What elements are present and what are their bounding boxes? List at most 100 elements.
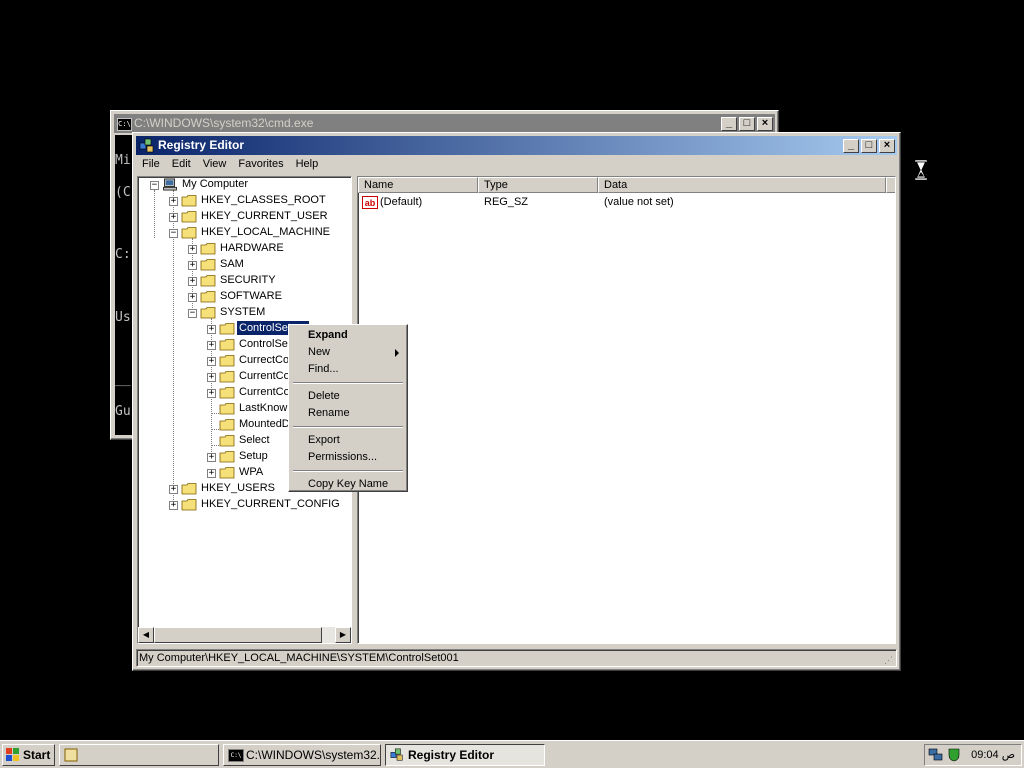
collapse-toggle[interactable]: − [169,229,178,238]
expand-toggle[interactable]: + [188,277,197,286]
minimize-button[interactable]: _ [721,117,737,131]
value-data: (value not set) [604,196,674,208]
close-button[interactable]: × [757,117,773,131]
menu-item-find[interactable]: Find... [291,361,405,378]
menu-separator [293,470,403,472]
collapse-toggle[interactable]: − [150,181,159,190]
computer-icon [163,178,177,191]
taskbar-button-regedit[interactable]: Registry Editor [385,744,545,766]
menu-favorites[interactable]: Favorites [232,156,289,170]
folder-icon [181,499,197,511]
tree-node-label: HKEY_CURRENT_USER [201,210,328,222]
network-icon[interactable] [928,748,944,762]
application-icon [64,748,78,762]
tree-node-hkcr[interactable]: + HKEY_CLASSES_ROOT [138,193,348,209]
scroll-thumb[interactable] [154,627,322,643]
folder-icon [200,259,216,271]
tree-node-label: ControlSet [239,338,291,350]
folder-icon [219,403,235,415]
close-button[interactable]: × [879,139,895,153]
system-tray: 09:04 ص [924,744,1022,766]
cmd-title-bar[interactable]: C:\ C:\WINDOWS\system32\cmd.exe _ □ × [114,114,775,133]
maximize-button[interactable]: □ [861,139,877,153]
collapse-toggle[interactable]: − [188,309,197,318]
expand-toggle[interactable]: + [169,213,178,222]
expand-toggle[interactable]: + [207,469,216,478]
tree-node-security[interactable]: + SECURITY [138,273,348,289]
folder-icon [219,419,235,431]
scroll-left-button[interactable]: ◀ [138,627,154,643]
menu-help[interactable]: Help [290,156,325,170]
tree-node-label: HKEY_CLASSES_ROOT [201,194,326,206]
tree-node-label: HKEY_CURRENT_CONFIG [201,498,340,510]
scroll-right-button[interactable]: ▶ [335,627,351,643]
menu-edit[interactable]: Edit [166,156,197,170]
tree-node-sam[interactable]: + SAM [138,257,348,273]
expand-toggle[interactable]: + [188,245,197,254]
menu-item-new[interactable]: New [291,344,405,361]
tree-node-label: SAM [220,258,244,270]
cmd-window-title: C:\WINDOWS\system32\cmd.exe [134,116,314,130]
tree-node-my-computer[interactable]: − My Computer [138,177,348,193]
tree-node-hklm[interactable]: − HKEY_LOCAL_MACHINE [138,225,348,241]
minimize-button[interactable]: _ [843,139,859,153]
security-shield-icon[interactable] [946,748,962,762]
column-header-type[interactable]: Type [478,177,598,193]
open-folder-icon [181,227,197,239]
menu-item-delete[interactable]: Delete [291,388,405,405]
menu-view[interactable]: View [197,156,233,170]
tree-horizontal-scrollbar[interactable]: ◀ ▶ [138,627,351,643]
expand-toggle[interactable]: + [169,485,178,494]
taskbar-button-label: Registry Editor [408,748,495,762]
registry-editor-window[interactable]: Registry Editor _ □ × File Edit View Favori… [132,132,901,671]
values-list-pane[interactable]: Name Type Data ab (Default) REG_SZ (valu… [357,176,896,644]
tree-node-hkcu[interactable]: + HKEY_CURRENT_USER [138,209,348,225]
menu-file[interactable]: File [136,156,166,170]
folder-icon [219,339,235,351]
folder-icon [219,323,235,335]
expand-toggle[interactable]: + [207,373,216,382]
value-name: (Default) [380,196,423,208]
windows-logo-icon [6,748,19,761]
folder-icon [219,371,235,383]
status-bar: My Computer\HKEY_LOCAL_MACHINE\SYSTEM\Co… [136,649,897,667]
regedit-title-bar[interactable]: Registry Editor _ □ × [136,136,897,155]
expand-toggle[interactable]: + [207,389,216,398]
tree-node-hardware[interactable]: + HARDWARE [138,241,348,257]
taskbar-button-cmd[interactable]: C:\ C:\WINDOWS\system32... [223,744,381,766]
expand-toggle[interactable]: + [207,341,216,350]
context-menu: Expand New Find... Delete Rename Export … [288,324,408,492]
submenu-arrow-icon [395,349,399,357]
menu-item-rename[interactable]: Rename [291,405,405,422]
maximize-button[interactable]: □ [739,117,755,131]
tree-node-label: CurrentCo [239,370,290,382]
tree-node-software[interactable]: + SOFTWARE [138,289,348,305]
expand-toggle[interactable]: + [188,261,197,270]
open-folder-icon [200,307,216,319]
menu-separator [293,426,403,428]
expand-toggle[interactable]: + [169,501,178,510]
resize-grip-icon[interactable]: ⋰ [884,655,894,665]
tree-node-hkcc[interactable]: + HKEY_CURRENT_CONFIG [138,497,348,513]
column-header-name[interactable]: Name [358,177,478,193]
start-button[interactable]: Start [2,744,55,766]
menu-separator [293,382,403,384]
menu-item-copy-key-name[interactable]: Copy Key Name [291,476,405,493]
menu-item-expand[interactable]: Expand [291,327,405,344]
expand-toggle[interactable]: + [207,325,216,334]
folder-icon [200,275,216,287]
menu-item-permissions[interactable]: Permissions... [291,449,405,466]
clock[interactable]: 09:04 ص [971,748,1015,761]
menu-item-export[interactable]: Export [291,432,405,449]
taskbar-button-app[interactable] [59,744,219,766]
menu-item-label: New [308,346,331,358]
tree-node-system[interactable]: − SYSTEM [138,305,348,321]
folder-icon [200,243,216,255]
expand-toggle[interactable]: + [207,357,216,366]
console-icon: C:\ [228,749,244,762]
expand-toggle[interactable]: + [188,293,197,302]
value-row[interactable]: ab (Default) REG_SZ (value not set) [362,195,882,211]
column-header-data[interactable]: Data [598,177,886,193]
expand-toggle[interactable]: + [169,197,178,206]
expand-toggle[interactable]: + [207,453,216,462]
